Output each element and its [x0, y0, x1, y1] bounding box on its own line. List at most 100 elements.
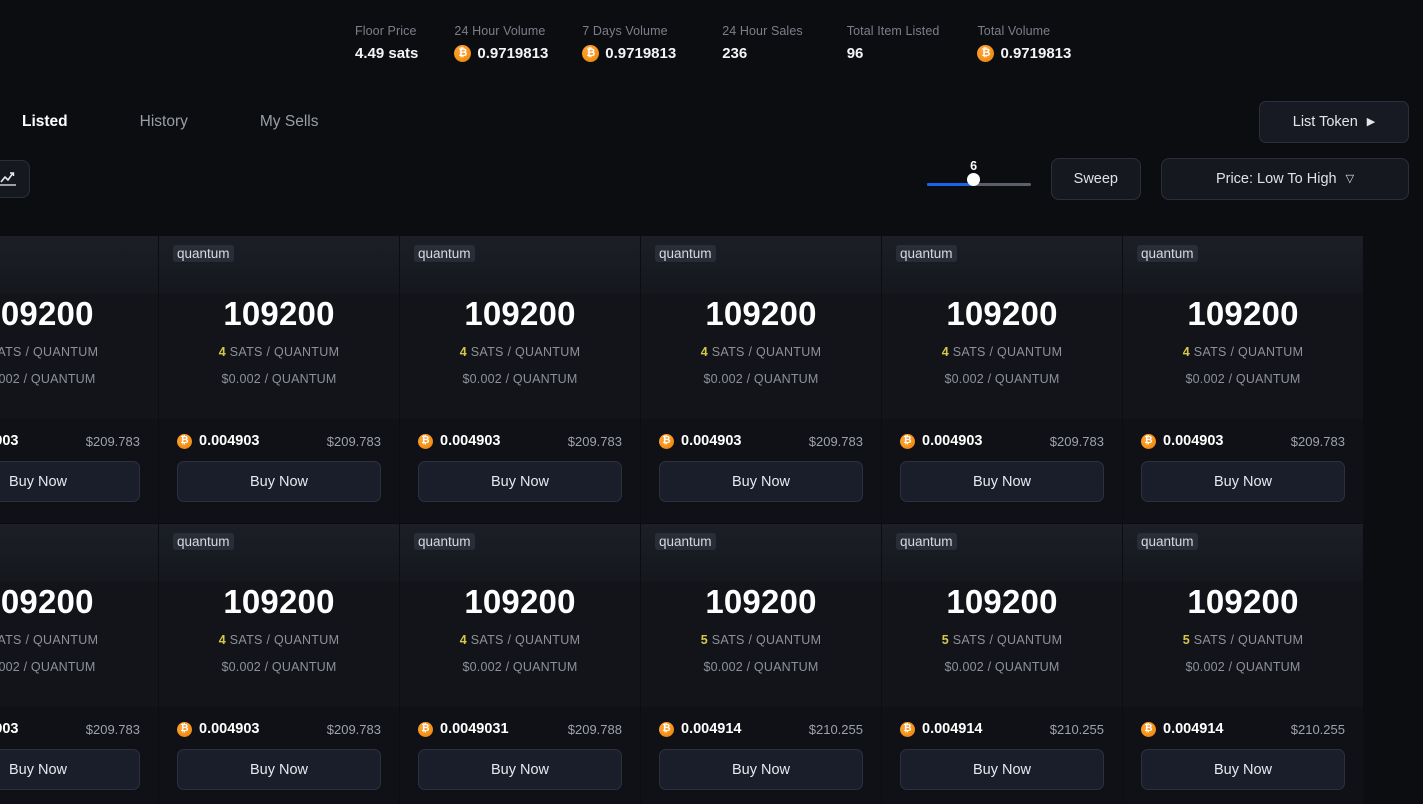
- slider-thumb[interactable]: [967, 173, 980, 186]
- listing-card[interactable]: quantum1092004 SATS / QUANTUM$0.002 / QU…: [0, 524, 158, 804]
- card-sats-value: 4: [460, 345, 467, 359]
- listing-card[interactable]: quantum1092004 SATS / QUANTUM$0.002 / QU…: [882, 236, 1122, 523]
- stat-item: Total Item Listed96: [847, 24, 940, 96]
- buy-now-button[interactable]: Buy Now: [659, 461, 863, 502]
- listing-card[interactable]: quantum1092004 SATS / QUANTUM$0.002 / QU…: [0, 236, 158, 523]
- list-token-button[interactable]: List Token ▶: [1259, 101, 1409, 143]
- card-sats-rate: 4 SATS / QUANTUM: [460, 345, 581, 359]
- card-sats-rate: 4 SATS / QUANTUM: [0, 633, 98, 647]
- card-price-btc-value: 0.004903: [922, 433, 982, 449]
- card-body: 1092004 SATS / QUANTUM$0.002 / QUANTUM: [159, 294, 399, 419]
- stat-label: Total Volume: [977, 24, 1071, 38]
- buy-now-button[interactable]: Buy Now: [1141, 749, 1345, 790]
- card-banner: quantum: [0, 524, 158, 582]
- listing-card[interactable]: quantum1092005 SATS / QUANTUM$0.002 / QU…: [1123, 524, 1363, 804]
- card-price-btc-value: 0.004903: [199, 721, 259, 737]
- card-footer: ₿0.004914$210.255Buy Now: [641, 707, 881, 804]
- tab-history[interactable]: History: [140, 113, 188, 131]
- card-price-btc: ₿0.004903: [177, 433, 259, 449]
- stat-value: ₿0.9719813: [454, 45, 548, 62]
- card-footer: ₿0.004914$210.255 Buy Now: [1123, 707, 1363, 804]
- card-token-name: quantum: [414, 533, 475, 550]
- buy-now-button[interactable]: Buy Now: [900, 749, 1104, 790]
- card-price-line: ₿0.004914$210.255: [1141, 707, 1345, 737]
- stat-value-text: 4.49 sats: [355, 45, 418, 62]
- card-price-usd: $210.255: [1291, 722, 1345, 737]
- stat-value: 96: [847, 45, 940, 62]
- card-price-usd: $209.788: [568, 722, 622, 737]
- stat-label: 24 Hour Volume: [454, 24, 548, 38]
- card-token-name: quantum: [655, 245, 716, 262]
- card-price-line: ₿0.004903$209.783: [177, 707, 381, 737]
- tabs-row: Listed History My Sells List Token ▶: [0, 96, 1423, 148]
- card-price-line: ₿0.004903$209.783: [177, 419, 381, 449]
- card-token-name: quantum: [896, 533, 957, 550]
- card-price-line: ₿0.004914$210.255: [659, 707, 863, 737]
- listing-card[interactable]: quantum 1092004 SATS / QUANTUM$0.002 / QU…: [641, 236, 881, 523]
- listing-card[interactable]: quantum1092005 SATS / QUANTUM$0.002 / QU…: [882, 524, 1122, 804]
- card-price-btc: ₿0.004903: [0, 433, 18, 449]
- card-amount: 109200: [223, 295, 334, 333]
- tab-listed[interactable]: Listed: [22, 113, 68, 131]
- card-body: 1092004 SATS / QUANTUM$0.002 / QUANTUM: [400, 582, 640, 707]
- card-price-usd: $209.783: [809, 434, 863, 449]
- buy-now-button[interactable]: Buy Now: [418, 461, 622, 502]
- stat-label: 24 Hour Sales: [722, 24, 803, 38]
- card-sats-unit: SATS / QUANTUM: [0, 633, 98, 647]
- card-price-line: ₿0.004903$209.783: [418, 419, 622, 449]
- buy-now-button[interactable]: Buy Now: [659, 749, 863, 790]
- slider-value-label: 6: [922, 159, 1026, 173]
- buy-now-button[interactable]: Buy Now: [1141, 461, 1345, 502]
- bitcoin-icon: ₿: [582, 45, 599, 62]
- listing-card[interactable]: quantum 1092004 SATS / QUANTUM$0.002 / QU…: [400, 524, 640, 804]
- card-sats-value: 4: [219, 345, 226, 359]
- line-chart-icon: [0, 170, 17, 188]
- card-banner: quantum: [159, 236, 399, 294]
- stat-item: Floor Price4.49 sats: [355, 24, 418, 96]
- card-banner: quantum: [400, 236, 640, 294]
- buy-now-button[interactable]: Buy Now: [177, 461, 381, 502]
- tab-list: Listed History My Sells: [22, 113, 390, 131]
- card-price-line: ₿0.0049031$209.788: [418, 707, 622, 737]
- listing-card[interactable]: quantum1092004 SATS / QUANTUM$0.002 / QU…: [400, 236, 640, 523]
- card-footer: ₿0.004903$209.783Buy Now: [1123, 419, 1363, 523]
- card-banner: quantum: [0, 236, 158, 294]
- line-chart-icon-button[interactable]: [0, 160, 30, 198]
- card-banner: quantum: [641, 524, 881, 582]
- card-sats-unit: SATS / QUANTUM: [953, 345, 1063, 359]
- sweep-quantity-slider[interactable]: 6: [927, 159, 1031, 199]
- card-sats-value: 4: [942, 345, 949, 359]
- card-price-btc-value: 0.004914: [681, 721, 741, 737]
- card-sats-unit: SATS / QUANTUM: [471, 633, 581, 647]
- card-body: 1092004 SATS / QUANTUM$0.002 / QUANTUM: [641, 294, 881, 419]
- buy-now-button[interactable]: Buy Now: [0, 749, 140, 790]
- sort-dropdown[interactable]: Price: Low To High ▽: [1161, 158, 1409, 200]
- card-banner: quantum: [159, 524, 399, 582]
- listing-card[interactable]: quantum1092004 SATS / QUANTUM$0.002 / QU…: [159, 524, 399, 804]
- listing-card[interactable]: quantum1092005 SATS / QUANTUM$0.002 / QU…: [641, 524, 881, 804]
- filter-row: 6 Sweep Price: Low To High ▽: [0, 148, 1423, 210]
- buy-now-button[interactable]: Buy Now: [418, 749, 622, 790]
- bitcoin-icon: ₿: [659, 434, 674, 449]
- card-price-btc-value: 0.0049031: [440, 721, 509, 737]
- card-sats-value: 4: [219, 633, 226, 647]
- card-amount: 109200: [705, 295, 816, 333]
- card-token-name: quantum: [1137, 533, 1198, 550]
- buy-now-button[interactable]: Buy Now: [177, 749, 381, 790]
- card-sats-value: 4: [460, 633, 467, 647]
- bitcoin-icon: ₿: [454, 45, 471, 62]
- buy-now-button[interactable]: Buy Now: [900, 461, 1104, 502]
- card-price-usd: $209.783: [568, 434, 622, 449]
- tab-my-sells[interactable]: My Sells: [260, 113, 319, 131]
- card-sats-value: 4: [1183, 345, 1190, 359]
- card-token-name: quantum: [655, 533, 716, 550]
- sweep-button[interactable]: Sweep: [1051, 158, 1141, 200]
- buy-now-button[interactable]: Buy Now: [0, 461, 140, 502]
- listing-card[interactable]: quantum1092004 SATS / QUANTUM$0.002 / QU…: [1123, 236, 1363, 523]
- card-price-btc-value: 0.004903: [199, 433, 259, 449]
- bitcoin-icon: ₿: [659, 722, 674, 737]
- card-usd-rate: $0.002 / QUANTUM: [0, 660, 96, 674]
- card-amount: 109200: [0, 295, 94, 333]
- listing-card[interactable]: quantum1092004 SATS / QUANTUM$0.002 / QU…: [159, 236, 399, 523]
- card-footer: ₿0.004914$210.255Buy Now: [882, 707, 1122, 804]
